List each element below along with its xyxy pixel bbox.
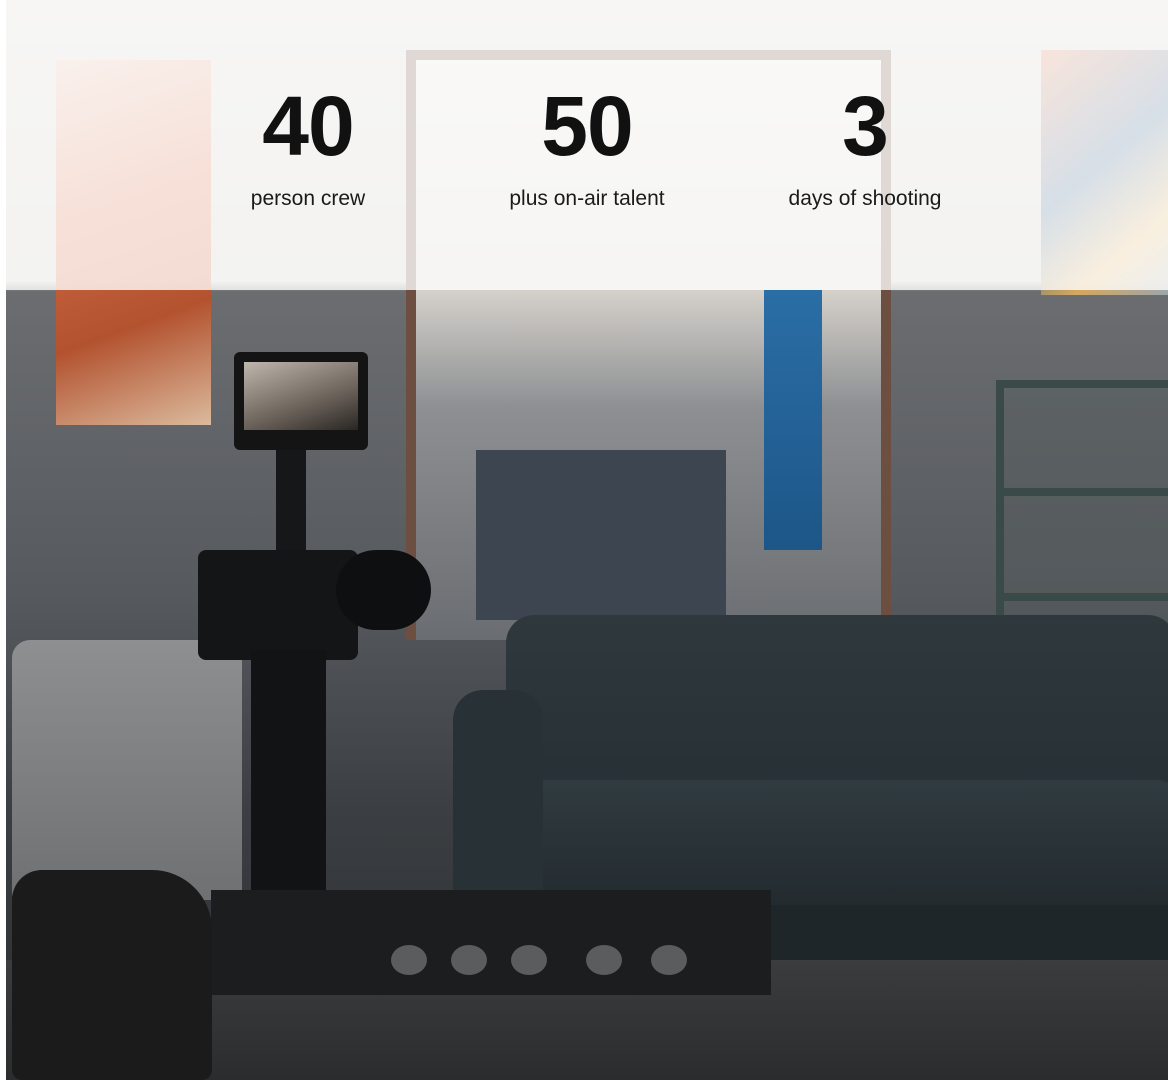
- camera-body: [198, 550, 358, 660]
- stat-value: 50: [541, 79, 633, 173]
- stat-label: person crew: [250, 187, 366, 210]
- shelf-unit: [996, 380, 1168, 646]
- slider-hole: [586, 945, 622, 975]
- stat-value: 3: [842, 79, 889, 173]
- stat-value: 40: [262, 79, 354, 173]
- stat-days: 3 days of shooting: [735, 84, 995, 212]
- armchair: [12, 640, 242, 900]
- camera-lens: [336, 550, 431, 630]
- blue-door: [764, 290, 822, 550]
- page: 40 person crew 50 plus on-air talent 3 d…: [0, 0, 1168, 1080]
- slider-hole: [651, 945, 687, 975]
- stat-crew: 40 person crew: [178, 84, 438, 212]
- stat-label: plus on-air talent: [509, 187, 665, 210]
- slider-hole: [511, 945, 547, 975]
- camera-mount-post: [251, 650, 326, 890]
- camera-monitor: [234, 352, 368, 450]
- slider-hole: [391, 945, 427, 975]
- stat-label: days of shooting: [788, 187, 942, 210]
- kitchen-counter: [476, 450, 726, 620]
- slider-hole: [451, 945, 487, 975]
- camera-monitor-arm: [276, 450, 306, 560]
- foreground-bag: [12, 870, 212, 1080]
- stat-talent: 50 plus on-air talent: [457, 84, 717, 212]
- camera-slider-rail: [211, 890, 771, 995]
- stats-band: 40 person crew 50 plus on-air talent 3 d…: [0, 0, 1168, 290]
